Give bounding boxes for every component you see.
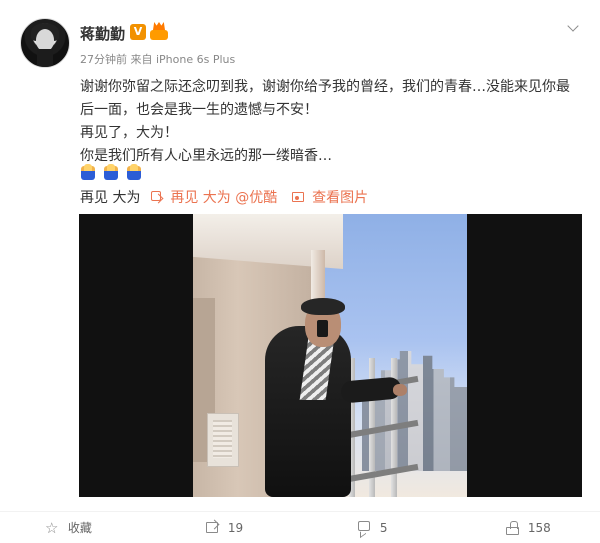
vip-crown-base <box>150 30 168 40</box>
avatar-neck <box>37 49 53 67</box>
photo[interactable] <box>193 214 467 497</box>
vip-crown-icon <box>150 22 168 40</box>
candle-emoji-icon <box>80 164 96 182</box>
rail-bar <box>348 419 419 438</box>
person-cap <box>301 298 345 315</box>
username[interactable]: 蒋勤勤 <box>80 23 125 44</box>
avatar-face <box>36 29 54 51</box>
post-content: 谢谢你弥留之际还念叨到我，谢谢你给予我的曾经，我们的青春…没能来见你最 后一面，… <box>80 76 580 168</box>
weibo-post: 蒋勤勤 V 27分钟前 来自 iPhone 6s Plus 谢谢你弥留之际还念叨… <box>0 0 600 542</box>
chevron-down-icon[interactable] <box>566 20 582 36</box>
thumbs-up-icon <box>505 520 519 535</box>
comment-count: 5 <box>379 521 388 535</box>
emoji-row <box>80 164 144 186</box>
candle-emoji-icon <box>126 164 142 182</box>
like-action[interactable]: 158 <box>505 518 551 538</box>
repost-count: 19 <box>227 521 244 535</box>
vip-crown-top <box>153 22 165 30</box>
verified-badge: V <box>130 24 146 40</box>
rail-bar <box>348 463 419 482</box>
media-caption: 再见 大为 <box>80 190 141 206</box>
post-meta: 27分钟前 来自 iPhone 6s Plus <box>80 53 236 66</box>
video-link[interactable]: 再见 大为 @优酷 <box>170 190 277 206</box>
content-line-3: 再见了，大为！ <box>80 125 178 141</box>
ac-unit <box>207 413 239 467</box>
video-link-icon[interactable] <box>150 191 163 203</box>
person-hand <box>393 384 407 396</box>
content-line-2: 后一面，也会是我一生的遗憾与不安！ <box>80 102 318 118</box>
post-media[interactable] <box>79 214 582 497</box>
avatar[interactable] <box>20 18 70 68</box>
image-icon[interactable] <box>291 192 305 203</box>
content-line-1: 谢谢你弥留之际还念叨到我，谢谢你给予我的曾经，我们的青春…没能来见你最 <box>80 79 570 95</box>
media-links: 再见 大为 再见 大为 @优酷 查看图片 <box>80 187 368 209</box>
repost-action[interactable]: 19 <box>205 518 243 538</box>
post-actions: 收藏 19 5 158 <box>0 511 600 543</box>
favorite-label: 收藏 <box>67 521 92 535</box>
comment-icon <box>357 520 371 534</box>
star-icon <box>45 518 59 538</box>
view-image-link[interactable]: 查看图片 <box>312 190 368 206</box>
comment-action[interactable]: 5 <box>357 518 387 538</box>
candle-emoji-icon <box>103 164 119 182</box>
phone <box>317 320 328 337</box>
repost-icon <box>205 520 219 534</box>
like-count: 158 <box>527 521 551 535</box>
content-line-4: 你是我们所有人心里永远的那一缕暗香… <box>80 148 332 164</box>
favorite-action[interactable]: 收藏 <box>45 518 92 538</box>
